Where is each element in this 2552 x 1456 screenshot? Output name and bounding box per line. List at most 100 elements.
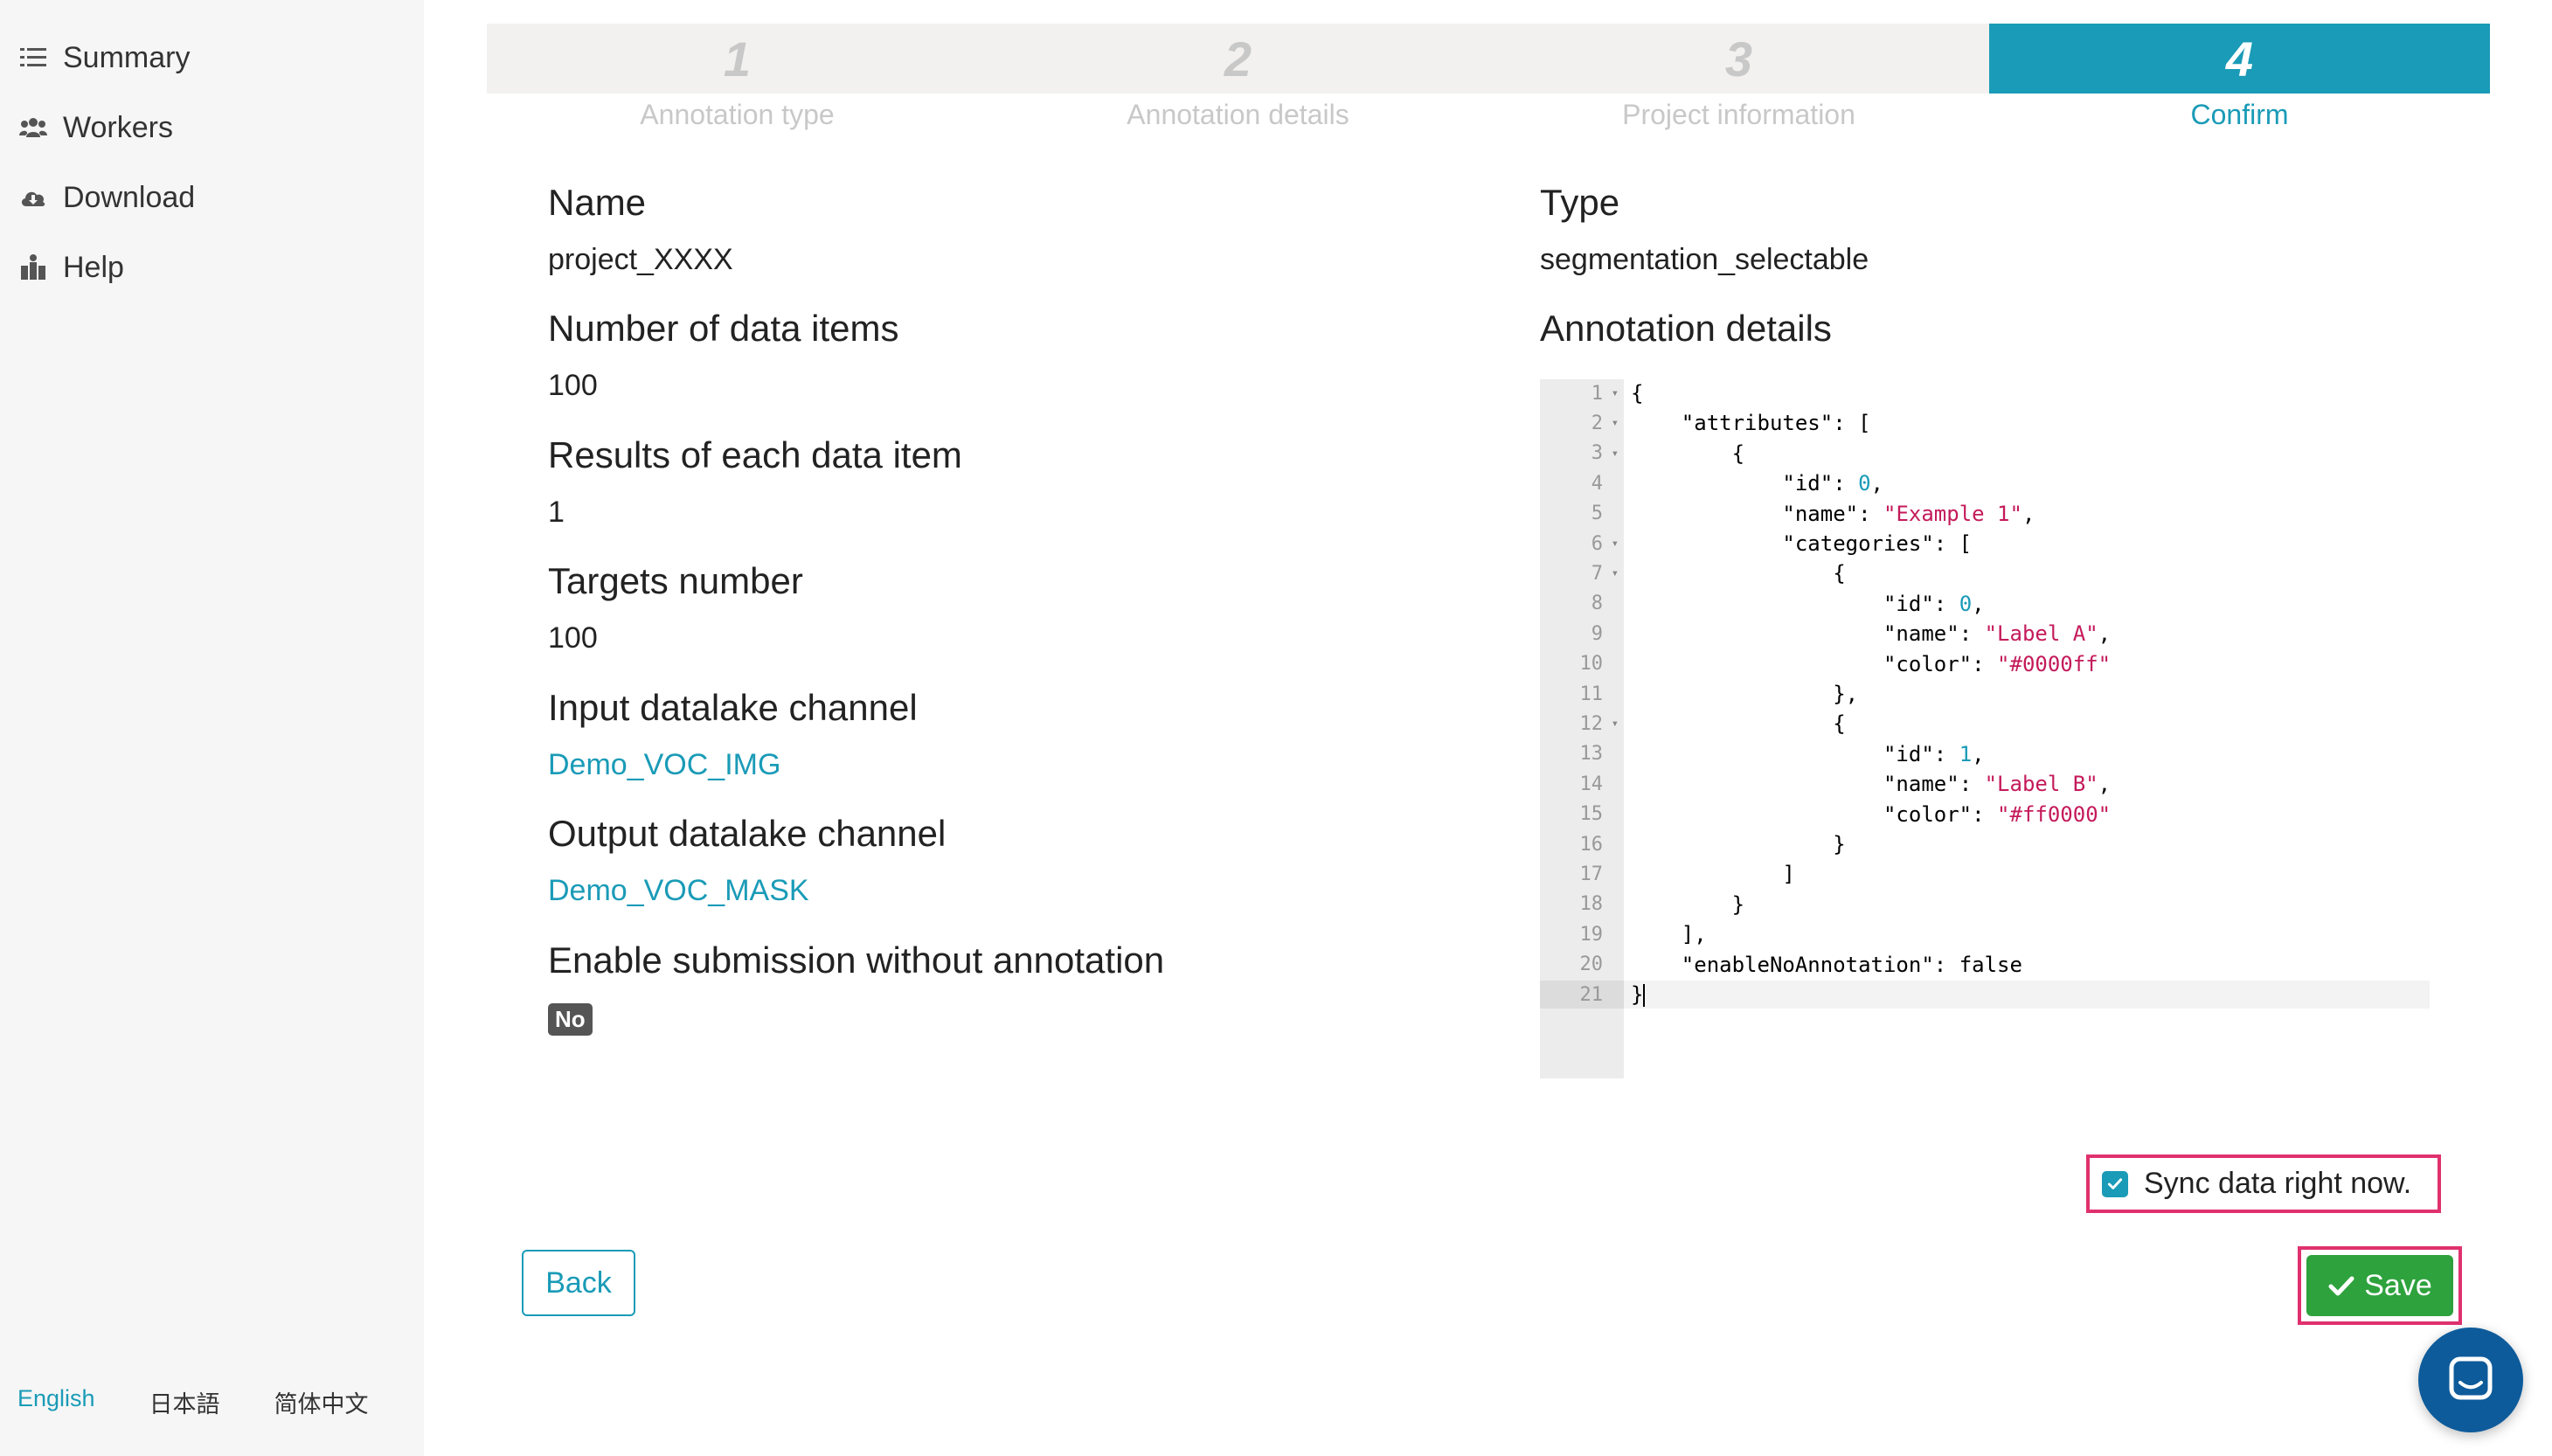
- code-text: "categories": [: [1782, 531, 1973, 556]
- targets-value: 100: [548, 621, 598, 655]
- code-line: 2 ▾ "attributes": [: [1540, 409, 2430, 437]
- data-items-value: 100: [548, 369, 598, 402]
- fold-arrow-icon[interactable]: ▾: [1612, 717, 1619, 731]
- code-text: }: [1631, 982, 1646, 1007]
- sync-data-label: Sync data right now.: [2144, 1167, 2412, 1200]
- step-number: 1: [487, 24, 988, 94]
- code-text: "color": "#0000ff": [1883, 651, 2112, 676]
- status-badge: No: [548, 1003, 593, 1036]
- code-line: 17 ]: [1540, 860, 2430, 888]
- fold-arrow-icon[interactable]: ▾: [1612, 386, 1619, 400]
- line-number: 8: [1591, 593, 1603, 615]
- sidebar-item-label: Workers: [63, 110, 173, 144]
- code-text: ]: [1631, 862, 1795, 887]
- language-switcher: English 日本語 简体中文: [17, 1385, 369, 1419]
- code-line: 3 ▾ {: [1540, 440, 2430, 468]
- step-label: Annotation details: [1127, 99, 1349, 130]
- targets-label: Targets number: [548, 560, 803, 601]
- code-line: 1 ▾ {: [1540, 379, 2430, 407]
- input-channel-label: Input datalake channel: [548, 687, 918, 728]
- output-channel-link[interactable]: Demo_VOC_MASK: [548, 874, 809, 908]
- users-icon: [17, 112, 49, 143]
- step-label: Annotation type: [640, 99, 835, 130]
- code-line: 21}: [1540, 981, 2430, 1009]
- line-number: 16: [1579, 833, 1604, 856]
- type-label: Type: [1540, 182, 1620, 223]
- code-text: "color": "#ff0000": [1883, 801, 2112, 827]
- results-value: 1: [548, 496, 565, 529]
- code-line: 11 },: [1540, 680, 2430, 708]
- line-number: 21: [1540, 981, 1624, 1009]
- line-number: 18: [1579, 893, 1604, 916]
- name-label: Name: [548, 182, 647, 223]
- code-text: }: [1631, 832, 1846, 856]
- line-number: 12 ▾: [1579, 712, 1619, 735]
- results-label: Results of each data item: [548, 434, 962, 475]
- code-text: {: [1631, 711, 1846, 737]
- line-number: 20: [1579, 953, 1604, 976]
- sidebar-item-label: Help: [63, 250, 124, 284]
- step-confirm: 4 Confirm: [1989, 24, 2490, 131]
- fold-arrow-icon[interactable]: ▾: [1612, 566, 1619, 580]
- language-japanese[interactable]: 日本語: [149, 1385, 220, 1419]
- code-line: 4 "id": 0,: [1540, 469, 2430, 497]
- sidebar-item-download[interactable]: Download: [17, 171, 195, 224]
- sidebar-item-help[interactable]: Help: [17, 241, 124, 294]
- code-text: {: [1631, 440, 1745, 466]
- fold-arrow-icon[interactable]: ▾: [1612, 537, 1619, 551]
- code-text: }: [1631, 891, 1745, 917]
- line-number: 19: [1579, 923, 1604, 946]
- code-text: "enableNoAnnotation": false: [1681, 952, 2022, 977]
- language-english[interactable]: English: [17, 1385, 95, 1419]
- step-number: 4: [1989, 24, 2490, 94]
- code-line: 12 ▾ {: [1540, 710, 2430, 738]
- code-line: 20 "enableNoAnnotation": false: [1540, 951, 2430, 979]
- save-label: Save: [2364, 1268, 2432, 1302]
- input-channel-link[interactable]: Demo_VOC_IMG: [548, 748, 780, 782]
- name-value: project_XXXX: [548, 243, 733, 276]
- step-annotation-type: 1 Annotation type: [487, 24, 988, 131]
- sidebar-item-label: Download: [63, 180, 196, 214]
- code-line: 6 ▾ "categories": [: [1540, 530, 2430, 558]
- step-label: Confirm: [2190, 99, 2289, 130]
- fold-arrow-icon[interactable]: ▾: [1612, 416, 1619, 430]
- sidebar-item-workers[interactable]: Workers: [17, 101, 173, 154]
- line-number: 2 ▾: [1591, 412, 1619, 434]
- language-chinese[interactable]: 简体中文: [274, 1385, 369, 1419]
- chat-icon[interactable]: [2418, 1328, 2523, 1432]
- checkbox-checked-icon: [2102, 1170, 2128, 1197]
- line-number: 13: [1579, 743, 1604, 766]
- step-number: 2: [988, 24, 1488, 94]
- line-number: 4: [1591, 472, 1603, 495]
- list-icon: [17, 42, 49, 73]
- code-text: "attributes": [: [1681, 411, 1871, 436]
- line-number: 7 ▾: [1591, 562, 1619, 585]
- code-line: 13 "id": 1,: [1540, 740, 2430, 768]
- line-number: 15: [1579, 803, 1604, 826]
- step-label: Project information: [1622, 99, 1855, 130]
- code-text: "name": "Label B",: [1883, 772, 2112, 797]
- line-number: 1 ▾: [1591, 382, 1619, 405]
- code-text: "id": 0,: [1782, 471, 1883, 496]
- fold-arrow-icon[interactable]: ▾: [1612, 447, 1619, 461]
- code-line: 7 ▾ {: [1540, 559, 2430, 587]
- code-editor[interactable]: 1 ▾{2 ▾ "attributes": [3 ▾ {4 "id": 0, 5 "na…: [1540, 379, 2430, 1078]
- code-text: "id": 1,: [1883, 741, 1985, 766]
- sync-data-checkbox[interactable]: Sync data right now.: [2086, 1154, 2441, 1213]
- line-number: 17: [1579, 863, 1604, 885]
- output-channel-label: Output datalake channel: [548, 813, 947, 854]
- code-text: "id": 0,: [1883, 591, 1985, 616]
- code-line: 18 }: [1540, 891, 2430, 919]
- code-line: 14 "name": "Label B",: [1540, 770, 2430, 798]
- data-items-label: Number of data items: [548, 308, 899, 349]
- help-icon: [17, 252, 49, 283]
- sidebar-item-summary[interactable]: Summary: [17, 31, 190, 84]
- back-button[interactable]: Back: [522, 1250, 635, 1316]
- code-text: "name": "Example 1",: [1782, 501, 2035, 526]
- code-line: 16 }: [1540, 830, 2430, 858]
- code-text: "name": "Label A",: [1883, 621, 2112, 647]
- cloud-download-icon: [17, 182, 49, 213]
- line-number: 11: [1579, 683, 1604, 705]
- save-button[interactable]: Save: [2306, 1255, 2453, 1316]
- check-icon: [2328, 1276, 2354, 1296]
